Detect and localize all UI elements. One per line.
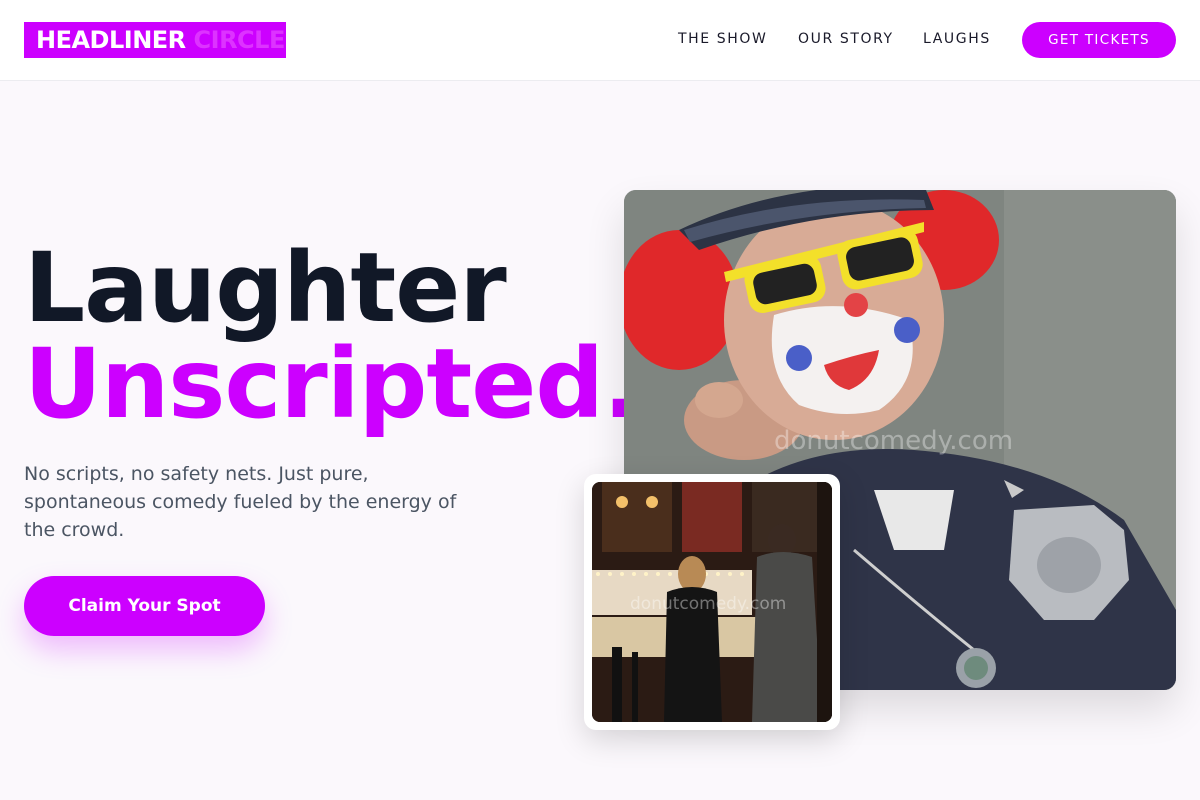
logo[interactable]: HEADLINER CIRCLE	[24, 22, 286, 58]
comedy-club-photo-card: donutcomedy.com	[584, 474, 840, 730]
secondary-photo-watermark: donutcomedy.com	[630, 594, 787, 614]
comedy-club-photo: donutcomedy.com	[592, 482, 832, 722]
claim-your-spot-button[interactable]: Claim Your Spot	[24, 576, 265, 636]
nav-link-our-story[interactable]: OUR STORY	[798, 31, 894, 47]
logo-word-circle: CIRCLE	[193, 26, 286, 54]
site-header: HEADLINER CIRCLE THE SHOW OUR STORY LAUG…	[0, 0, 1200, 81]
hero-subtitle: No scripts, no safety nets. Just pure, s…	[24, 463, 457, 541]
get-tickets-button[interactable]: GET TICKETS	[1022, 22, 1176, 58]
headline-line-unscripted: Unscripted.	[24, 328, 639, 440]
nav-link-laughs[interactable]: LAUGHS	[923, 31, 991, 47]
headline-line-laughter: Laughter	[24, 232, 507, 344]
hero-headline: Laughter Unscripted.	[24, 240, 639, 432]
nav-link-the-show[interactable]: THE SHOW	[678, 31, 767, 47]
logo-word-headliner: HEADLINER	[36, 26, 186, 54]
main-photo-watermark: donutcomedy.com	[774, 426, 1014, 456]
